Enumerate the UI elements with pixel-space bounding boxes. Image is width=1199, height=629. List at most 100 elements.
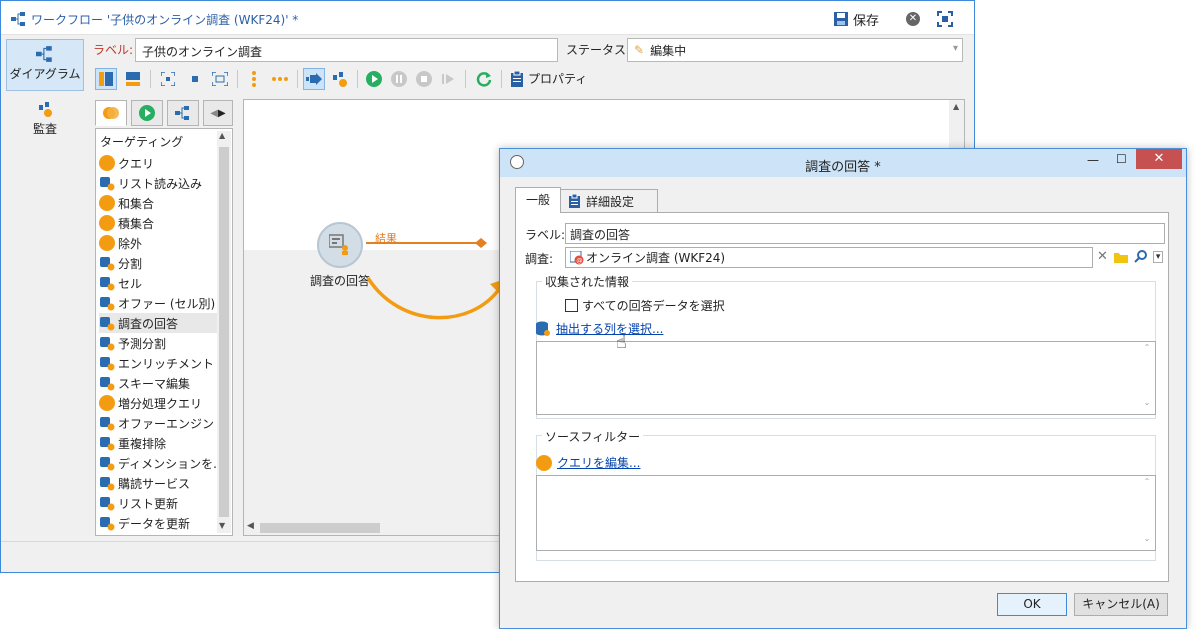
scroll-down-icon[interactable]: ⌄ (1140, 534, 1154, 543)
nav-diagram-label: ダイアグラム (9, 67, 81, 81)
scroll-up-icon[interactable]: ▲ (953, 102, 959, 111)
scroll-left-icon[interactable]: ◀ (247, 521, 254, 531)
palette-item[interactable]: 増分処理クエリ (99, 393, 217, 413)
survey-link-field[interactable]: @ オンライン調査 (WKF24) (565, 247, 1093, 268)
layout-vertical-button[interactable] (95, 68, 117, 90)
cancel-button[interactable]: キャンセル(A) (1074, 593, 1168, 616)
fit-to-screen-icon[interactable] (937, 11, 953, 27)
stop-icon (416, 71, 432, 87)
checkbox[interactable] (565, 299, 578, 312)
zoom-actual-button[interactable] (184, 68, 206, 90)
activity-properties-button[interactable] (329, 68, 351, 90)
align-horizontal-button[interactable] (269, 68, 291, 90)
save-label: 保存 (853, 13, 880, 29)
palette-item[interactable]: エンリッチメント (99, 353, 217, 373)
clear-icon[interactable]: ✕ (1097, 249, 1108, 264)
palette-item[interactable]: オファーエンジン (99, 413, 217, 433)
pause-button[interactable] (388, 68, 410, 90)
query-conditions-list[interactable]: ⌃ ⌄ (536, 475, 1156, 551)
scroll-down-icon[interactable]: ⌄ (1140, 398, 1154, 407)
palette-item[interactable]: スキーマ編集 (99, 373, 217, 393)
close-button[interactable]: ✕ (1136, 149, 1182, 169)
folder-icon[interactable] (1113, 251, 1128, 263)
dropdown-chevron-icon[interactable]: ▾ (1152, 250, 1164, 263)
start-button[interactable] (363, 68, 385, 90)
general-tab-panel: ラベル: 調査の回答 調査: @ オンライン調査 (WKF24) ✕ ▾ 収集さ… (515, 212, 1169, 582)
toolbar-separator (357, 70, 358, 88)
scroll-down-icon[interactable]: ▼ (219, 521, 225, 530)
chevron-left-icon[interactable]: ◀ (210, 108, 218, 119)
palette-item[interactable]: 積集合 (99, 213, 217, 233)
collected-info-title: 収集された情報 (542, 273, 633, 290)
palette-item[interactable]: 除外 (99, 233, 217, 253)
stop-button[interactable] (413, 68, 435, 90)
database-icon (536, 321, 550, 336)
tab-scroll[interactable]: ◀ ▶ (203, 100, 233, 126)
tab-actions[interactable] (167, 100, 199, 126)
zoom-fit-icon (161, 72, 175, 86)
play-icon (139, 105, 155, 121)
edit-query-label[interactable]: クエリを編集... (557, 454, 640, 471)
list-scrollbar[interactable]: ⌃ ⌄ (1140, 343, 1154, 407)
step-button[interactable] (438, 68, 460, 90)
layout-horizontal-button[interactable] (122, 68, 144, 90)
survey-answers-activity[interactable] (317, 222, 363, 268)
palette-item[interactable]: 購読サービス (99, 473, 217, 493)
palette-item[interactable]: オファー (セル別) (99, 293, 217, 313)
maximize-icon[interactable]: ☐ (1116, 152, 1127, 166)
targeting-icon (103, 107, 119, 119)
palette-item[interactable]: クエリ (99, 153, 217, 173)
canvas-scroll-thumb[interactable] (260, 523, 380, 533)
layout-vertical-icon (99, 72, 113, 86)
palette-item[interactable]: データを更新 (99, 513, 217, 533)
tab-targeting[interactable] (95, 100, 127, 126)
zoom-all-button[interactable] (209, 68, 231, 90)
properties-button[interactable]: プロパティ (511, 70, 587, 87)
survey-field-tools: ✕ ▾ (1097, 249, 1164, 264)
nav-diagram[interactable]: ダイアグラム (6, 39, 84, 91)
refresh-icon (476, 72, 492, 87)
refresh-button[interactable] (473, 68, 495, 90)
list-scrollbar[interactable]: ⌃ ⌄ (1140, 477, 1154, 543)
magnifier-icon[interactable] (1134, 250, 1147, 263)
minimize-icon[interactable]: — (1087, 153, 1099, 167)
tab-advanced-settings[interactable]: 詳細設定 (560, 189, 658, 213)
scroll-up-icon[interactable]: ⌃ (1140, 477, 1154, 486)
scroll-up-icon[interactable]: ⌃ (1140, 343, 1154, 352)
union-icon (99, 195, 115, 211)
status-select[interactable]: ✎ 編集中 ▾ (627, 38, 963, 62)
select-columns-label[interactable]: 抽出する列を選択... (556, 320, 663, 337)
align-vertical-button[interactable] (243, 68, 265, 90)
palette-scrollbar[interactable]: ▲ ▼ (217, 131, 231, 533)
palette-item[interactable]: 分割 (99, 253, 217, 273)
palette-item-label: オファーエンジン (118, 416, 215, 431)
transition-arrow[interactable] (366, 235, 496, 255)
select-columns-link[interactable]: 抽出する列を選択... (536, 320, 663, 337)
transition-mode-button[interactable] (303, 68, 325, 90)
palette-item[interactable]: リスト更新 (99, 493, 217, 513)
palette-item[interactable]: セル (99, 273, 217, 293)
tab-general[interactable]: 一般 (515, 187, 561, 213)
edit-query-link[interactable]: クエリを編集... (536, 454, 640, 471)
close-circle-icon[interactable]: ✕ (906, 12, 920, 26)
palette-item[interactable]: ディメンションを... (99, 453, 225, 473)
workflow-label-input[interactable]: 子供のオンライン調査 (135, 38, 558, 62)
output-columns-list[interactable]: ⌃ ⌄ (536, 341, 1156, 415)
tab-flow-control[interactable] (131, 100, 163, 126)
nav-monitoring[interactable]: 監査 (6, 95, 84, 145)
palette-item[interactable]: 和集合 (99, 193, 217, 213)
toolbar-separator (297, 70, 298, 88)
palette-item[interactable]: 調査の回答 (99, 313, 217, 333)
palette-scroll-thumb[interactable] (219, 147, 229, 517)
activity-label-input[interactable]: 調査の回答 (565, 223, 1165, 244)
save-button[interactable]: 保存 (833, 9, 879, 29)
ok-button[interactable]: OK (997, 593, 1067, 616)
chevron-right-icon[interactable]: ▶ (218, 108, 226, 119)
palette-item[interactable]: 予測分割 (99, 333, 217, 353)
zoom-fit-button[interactable] (157, 68, 179, 90)
activity-settings-icon (333, 72, 347, 87)
palette-item[interactable]: 重複排除 (99, 433, 217, 453)
palette-item[interactable]: リスト読み込み (99, 173, 217, 193)
scroll-up-icon[interactable]: ▲ (219, 131, 225, 140)
select-all-answers-checkbox[interactable]: すべての回答データを選択 (565, 297, 725, 314)
